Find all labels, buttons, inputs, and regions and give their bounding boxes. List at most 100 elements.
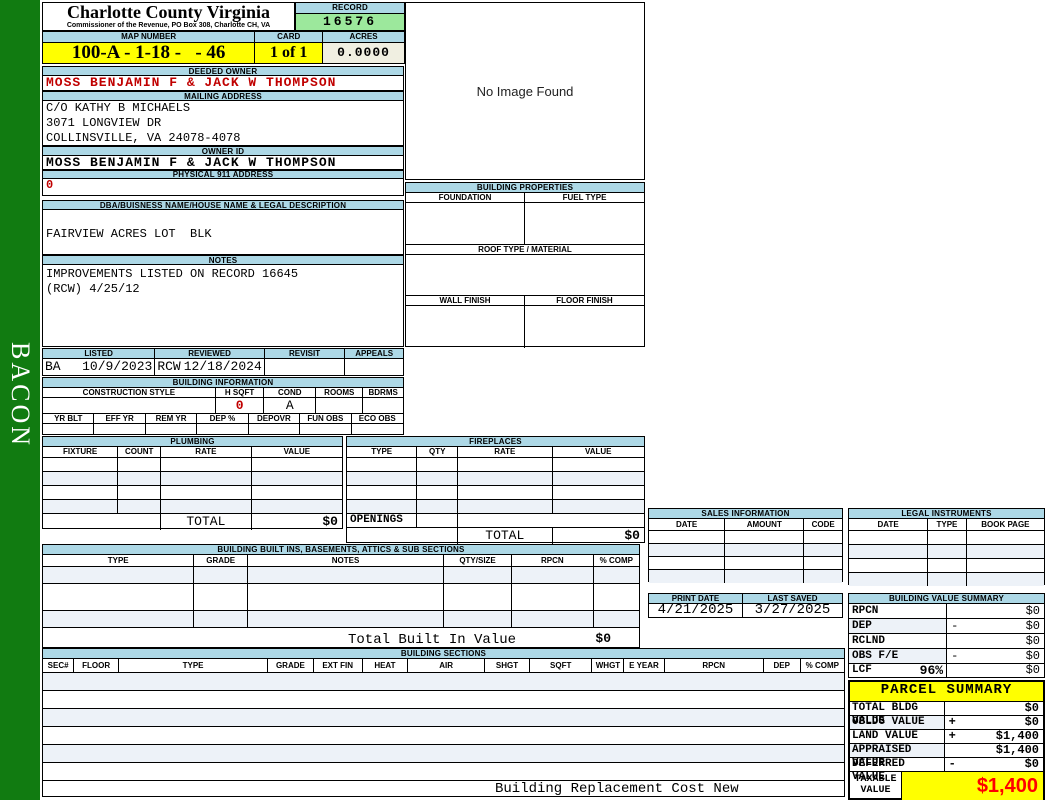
listing-table: LISTED REVIEWED REVISIT APPEALS BA 10/9/2… bbox=[42, 348, 404, 376]
table-row: FOUNDATION FUEL TYPE bbox=[406, 193, 644, 203]
mailing-line-1: C/O KATHY B MICHAELS bbox=[46, 101, 191, 115]
property-image-panel: No Image Found bbox=[405, 2, 645, 180]
summary-row: TOTAL BLDG VALUE $0 bbox=[850, 701, 1043, 727]
table-row bbox=[649, 570, 842, 583]
bvs-row-label: RCLND bbox=[852, 635, 886, 647]
card-value: 1 of 1 bbox=[255, 43, 324, 63]
property-record-card: BACON Charlotte County Virginia Commissi… bbox=[0, 0, 1050, 800]
wall-finish-label: WALL FINISH bbox=[406, 296, 525, 305]
table-row bbox=[347, 458, 644, 472]
summary-row: LAND VALUE + $1,400 bbox=[850, 730, 1043, 744]
parcel-row-label: LAND VALUE bbox=[850, 730, 945, 743]
parcel-row-value: $1,400 bbox=[995, 729, 1039, 743]
h-sqft-value: 0 bbox=[216, 398, 265, 413]
summary-row: OBLDG VALUE + $0 bbox=[850, 716, 1043, 730]
table-row bbox=[43, 727, 844, 745]
taxable-value: $1,400 bbox=[902, 772, 1043, 800]
deeded-owner-value: MOSS BENJAMIN F & JACK W THOMPSON bbox=[42, 76, 404, 91]
table-row bbox=[43, 458, 342, 472]
building-sections-table: BUILDING SECTIONS SEC# FLOOR TYPE GRADE … bbox=[42, 648, 845, 797]
table-row bbox=[43, 691, 844, 709]
physical-911-value: 0 bbox=[42, 179, 404, 196]
plumbing-title: PLUMBING bbox=[43, 437, 342, 447]
table-row: YR BLT EFF YR REM YR DEP % DEPOVR FUN OB… bbox=[43, 414, 403, 424]
table-row bbox=[849, 559, 1044, 573]
table-row: CONSTRUCTION STYLE H SQFT COND ROOMS BDR… bbox=[43, 388, 403, 398]
sales-information-table: SALES INFORMATION DATE AMOUNT CODE bbox=[648, 508, 843, 583]
table-row bbox=[43, 500, 342, 514]
building-information: BUILDING INFORMATION CONSTRUCTION STYLE … bbox=[42, 377, 404, 435]
bvs-row-label: RPCN bbox=[852, 605, 879, 617]
plumbing-table: PLUMBING FIXTURE COUNT RATE VALUE TOTAL … bbox=[42, 436, 343, 530]
card-label: CARD bbox=[255, 32, 324, 42]
building-sections-footer-label: Building Replacement Cost New bbox=[495, 781, 739, 797]
table-row bbox=[43, 611, 639, 628]
summary-row: DEP - $0 bbox=[849, 619, 1044, 634]
foundation-label: FOUNDATION bbox=[406, 193, 525, 202]
floor-finish-label: FLOOR FINISH bbox=[556, 296, 613, 305]
table-row bbox=[406, 255, 644, 296]
table-row bbox=[43, 673, 844, 691]
bvs-row-value: $0 bbox=[1025, 604, 1040, 618]
acres-label: ACRES bbox=[349, 32, 378, 41]
bvs-row-value: $0 bbox=[1025, 619, 1040, 633]
table-row bbox=[347, 486, 644, 500]
parcel-row-label: TOTAL BLDG VALUE bbox=[850, 702, 945, 727]
mailing-line-3: COLLINSVILLE, VA 24078-4078 bbox=[46, 131, 241, 145]
plumbing-total-label: TOTAL bbox=[161, 514, 252, 530]
table-row: 100-A - 1-18 - - 46 1 of 1 0.0000 bbox=[43, 43, 404, 63]
summary-row: LCF 96% $0 bbox=[849, 664, 1044, 678]
listed-value: BA 10/9/2023 bbox=[43, 359, 156, 376]
parcel-row-value: $0 bbox=[1024, 701, 1039, 715]
fireplaces-title: FIREPLACES bbox=[347, 437, 644, 447]
sales-information-title: SALES INFORMATION bbox=[649, 509, 842, 519]
acres-value: 0.0000 bbox=[323, 43, 404, 63]
fireplaces-total-row: TOTAL $0 bbox=[347, 528, 644, 544]
bvs-row-value: $0 bbox=[1025, 634, 1040, 648]
table-row: 4/21/2025 3/27/2025 bbox=[649, 603, 842, 617]
dba-label: DBA/BUISNESS NAME/HOUSE NAME & LEGAL DES… bbox=[42, 200, 404, 210]
record-box: RECORD 16576 bbox=[295, 2, 405, 31]
parcel-row-value: $0 bbox=[1024, 757, 1039, 771]
built-ins-title: BUILDING BUILT INS, BASEMENTS, ATTICS & … bbox=[43, 545, 639, 555]
fireplaces-openings-row: OPENINGS bbox=[347, 514, 644, 528]
building-properties: BUILDING PROPERTIES FOUNDATION FUEL TYPE… bbox=[405, 182, 645, 348]
print-date-value: 4/21/2025 bbox=[649, 603, 743, 617]
table-row bbox=[43, 567, 639, 584]
table-row: TYPE GRADE NOTES QTY/SIZE RPCN % COMP bbox=[43, 555, 639, 567]
legal-instruments-title: LEGAL INSTRUMENTS bbox=[849, 509, 1044, 519]
table-row bbox=[43, 745, 844, 763]
print-info-table: PRINT DATE LAST SAVED 4/21/2025 3/27/202… bbox=[648, 593, 843, 618]
table-row bbox=[347, 500, 644, 514]
vendor-sidebar: BACON bbox=[0, 0, 40, 800]
bvs-row-label: OBS F/E bbox=[852, 650, 899, 662]
building-value-summary-title: BUILDING VALUE SUMMARY bbox=[849, 594, 1044, 604]
owner-id-value: MOSS BENJAMIN F & JACK W THOMPSON bbox=[42, 156, 404, 170]
summary-row: OBS F/E - $0 bbox=[849, 649, 1044, 664]
no-image-text: No Image Found bbox=[476, 83, 574, 99]
record-number: 16576 bbox=[296, 14, 404, 30]
bvs-row-value: $0 bbox=[1025, 649, 1040, 663]
cond-value: A bbox=[264, 398, 317, 413]
table-row: WALL FINISH FLOOR FINISH bbox=[406, 296, 644, 306]
fireplaces-total-value: $0 bbox=[624, 528, 640, 543]
bvs-row-label: LCF bbox=[852, 664, 872, 676]
listed-header: LISTED bbox=[43, 349, 156, 358]
map-card-acres: MAP NUMBER CARD ACRES 100-A - 1-18 - - 4… bbox=[42, 31, 405, 64]
physical-911-label: PHYSICAL 911 ADDRESS bbox=[42, 170, 404, 179]
table-row bbox=[43, 763, 844, 781]
county-title: Charlotte County Virginia bbox=[66, 2, 270, 22]
mailing-address-label: MAILING ADDRESS bbox=[42, 91, 404, 101]
summary-row: RPCN $0 bbox=[849, 604, 1044, 619]
roof-label: ROOF TYPE / MATERIAL bbox=[478, 245, 572, 254]
parcel-row-value: $1,400 bbox=[995, 743, 1039, 757]
notes-line-1: IMPROVEMENTS LISTED ON RECORD 16645 bbox=[46, 267, 299, 281]
taxable-value-label: TAXABLE VALUE bbox=[850, 772, 903, 800]
table-row bbox=[43, 472, 342, 486]
county-header: Charlotte County Virginia Commissioner o… bbox=[42, 2, 295, 31]
county-subtitle: Commissioner of the Revenue, PO Box 308,… bbox=[66, 22, 271, 29]
building-sections-footer-row: Building Replacement Cost New bbox=[43, 781, 844, 797]
plumbing-total-value: $0 bbox=[322, 514, 338, 529]
table-row bbox=[43, 486, 342, 500]
table-row: DATE TYPE BOOK PAGE bbox=[849, 519, 1044, 531]
